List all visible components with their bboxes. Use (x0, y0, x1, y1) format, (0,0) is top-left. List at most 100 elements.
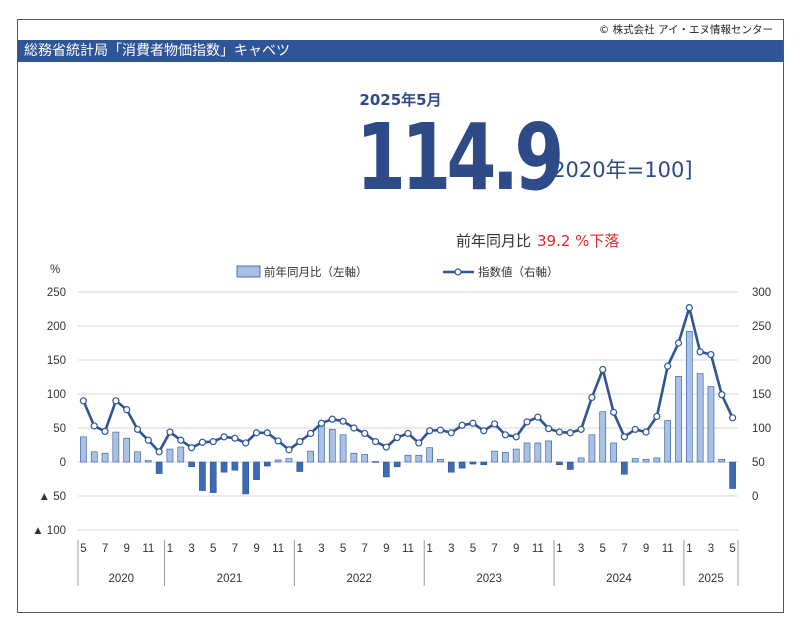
y-left-tick-label: ▲ 50 (39, 491, 66, 503)
line-point (112, 397, 120, 405)
bar (307, 450, 314, 463)
bar (318, 424, 325, 463)
x-month-tick-label: 11 (142, 543, 154, 555)
y-left-tick-label: 50 (53, 423, 66, 435)
x-month-tick-label: 1 (556, 543, 562, 555)
legend-line-label: 指数値（右軸） (478, 265, 559, 279)
bar (101, 452, 109, 463)
line-point (490, 420, 499, 428)
x-month-tick-label: 7 (362, 543, 368, 555)
bar (296, 461, 304, 472)
line-point (447, 429, 455, 437)
line-point (285, 446, 293, 454)
bar (253, 461, 260, 480)
x-month-tick-label: 3 (318, 543, 324, 555)
bar (80, 436, 87, 463)
line-point (123, 406, 131, 414)
line-point (90, 422, 98, 430)
x-month-tick-label: 3 (448, 543, 454, 555)
bar (415, 454, 423, 463)
bar (242, 461, 250, 495)
bar (112, 431, 120, 463)
x-month-tick-label: 5 (80, 543, 86, 555)
y-right-tick-label: 250 (752, 321, 771, 333)
line-point (534, 413, 542, 421)
bar (653, 457, 661, 463)
line-point (577, 425, 585, 433)
bar (350, 452, 358, 463)
bar (502, 452, 509, 463)
bar (621, 461, 628, 475)
bar (685, 331, 693, 463)
line-point (317, 419, 326, 427)
line-point (209, 438, 217, 446)
line-point (599, 365, 607, 374)
x-month-tick-label: 1 (426, 543, 432, 555)
bar (199, 461, 206, 491)
bar (144, 460, 152, 463)
line-point (728, 414, 737, 422)
line-point (469, 419, 477, 427)
line-point (404, 429, 412, 438)
bar (599, 411, 607, 463)
line-point (545, 425, 553, 433)
bar (588, 434, 596, 463)
line-point (436, 426, 445, 434)
line-point (339, 417, 347, 425)
x-month-tick-label: 9 (513, 543, 519, 555)
bar (383, 461, 390, 478)
line-point (555, 428, 564, 436)
legend-bar-swatch (236, 265, 261, 278)
bar (447, 461, 455, 473)
line-point (609, 408, 618, 416)
bar (480, 461, 488, 466)
line-point (480, 427, 488, 435)
bar (123, 437, 131, 463)
x-month-tick-label: 5 (470, 543, 476, 555)
x-month-tick-label: 5 (210, 543, 216, 555)
bar (556, 461, 563, 466)
line-point (296, 438, 304, 446)
bar (209, 461, 217, 493)
bar (566, 461, 574, 470)
bar (631, 458, 639, 463)
line-point (501, 431, 509, 439)
line-point (263, 429, 271, 437)
bar (393, 461, 401, 468)
y-right-tick-label: 200 (752, 355, 771, 367)
x-month-tick-label: 9 (123, 543, 129, 555)
line-point (393, 433, 401, 442)
x-month-tick-label: 5 (340, 543, 346, 555)
line-point (642, 428, 650, 436)
line-point (188, 444, 196, 452)
line-point (696, 348, 704, 356)
x-month-tick-label: 1 (686, 543, 692, 555)
bar (264, 461, 271, 467)
bar (134, 451, 141, 463)
y-left-tick-label: 150 (47, 355, 66, 367)
x-month-tick-label: 5 (729, 543, 735, 555)
bar (188, 461, 195, 468)
y-right-tick-label: 300 (752, 287, 771, 299)
bar (177, 446, 185, 463)
bar (491, 450, 498, 463)
bar (372, 461, 379, 463)
y-left-tick-label: 200 (47, 321, 66, 333)
bar (512, 448, 520, 463)
x-month-tick-label: 3 (708, 543, 714, 555)
y-left-tick-label: 250 (47, 287, 66, 299)
y-left-tick-label: ▲ 100 (32, 525, 66, 537)
line-point (566, 429, 574, 437)
line-point (166, 428, 174, 436)
line-point (274, 437, 282, 445)
bar (458, 461, 466, 469)
line-point (664, 362, 672, 370)
bar (328, 429, 336, 463)
y-left-tick-label: 100 (47, 389, 66, 401)
x-month-tick-label: 11 (662, 543, 674, 555)
line-point (144, 436, 152, 444)
bar (577, 457, 585, 463)
line-point (361, 429, 369, 438)
legend-line-marker (454, 268, 462, 276)
line-point (382, 443, 390, 451)
